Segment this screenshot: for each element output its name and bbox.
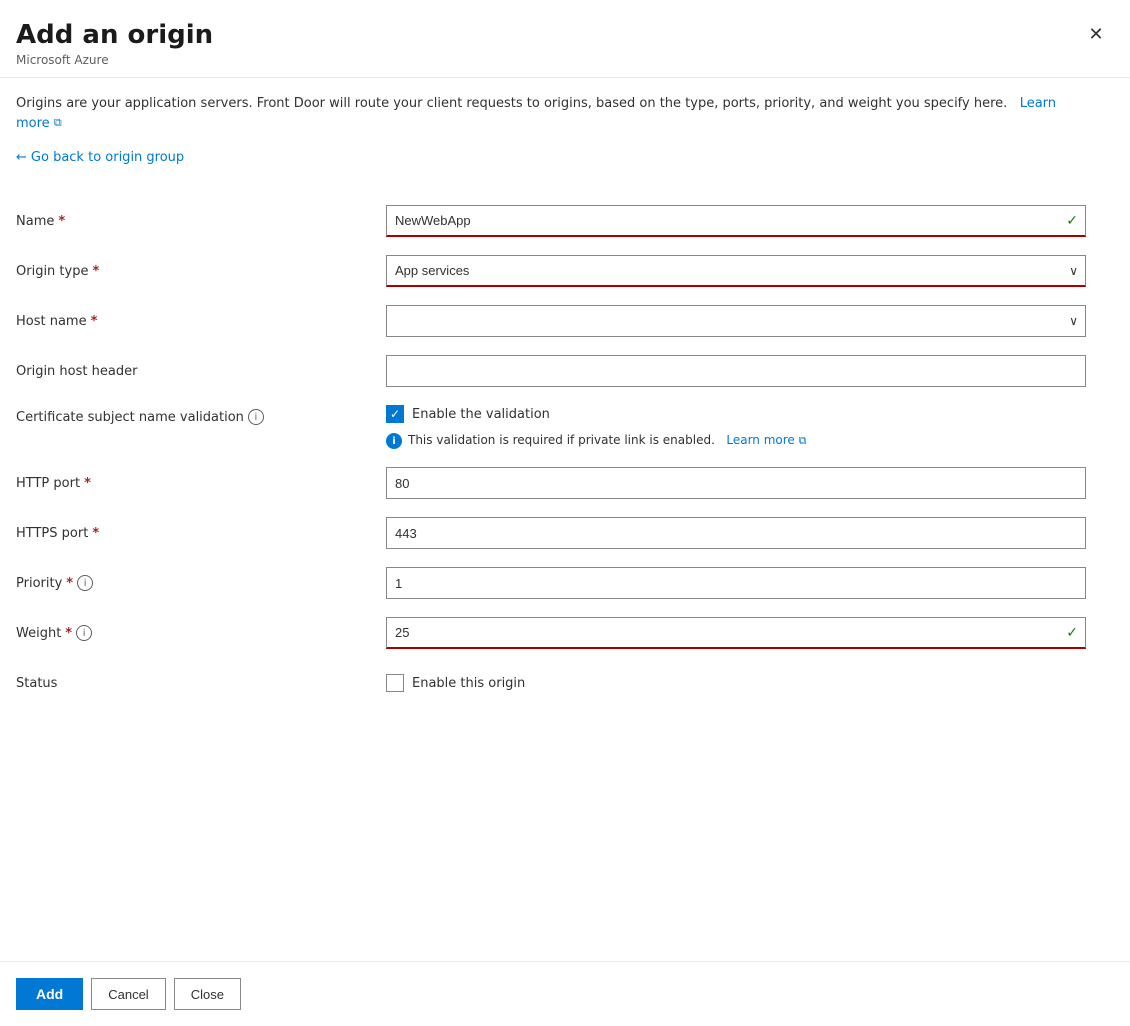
close-panel-button[interactable]: ✕ <box>1080 18 1112 50</box>
priority-control <box>386 567 1086 599</box>
name-field-row: Name * ✓ <box>16 205 1106 237</box>
name-check-icon: ✓ <box>1066 213 1078 229</box>
origin-type-field-row: Origin type * App services Storage Cloud… <box>16 255 1106 287</box>
certificate-validation-checkbox[interactable]: ✓ <box>386 405 404 423</box>
certificate-checkbox-row: ✓ Enable the validation <box>386 405 1086 423</box>
certificate-info-icon: i <box>248 409 264 425</box>
close-button[interactable]: Close <box>174 978 241 1010</box>
priority-input[interactable] <box>386 567 1086 599</box>
status-checkbox-row: Enable this origin <box>386 674 1086 692</box>
https-port-control <box>386 517 1086 549</box>
origin-host-header-label: Origin host header <box>16 364 386 379</box>
certificate-validation-checkbox-label: Enable the validation <box>412 407 550 422</box>
host-name-select[interactable] <box>386 305 1086 337</box>
http-port-input[interactable] <box>386 467 1086 499</box>
name-label: Name * <box>16 214 386 229</box>
origin-form: Name * ✓ Origin type * <box>16 205 1106 699</box>
origin-host-header-field-row: Origin host header <box>16 355 1106 387</box>
certificate-info-message: i This validation is required if private… <box>386 433 1086 449</box>
host-name-required-star: * <box>91 314 98 329</box>
panel-header: Add an origin Microsoft Azure ✕ <box>0 0 1130 78</box>
origin-host-header-input[interactable] <box>386 355 1086 387</box>
weight-required-star: * <box>65 626 72 641</box>
status-label: Status <box>16 676 386 691</box>
weight-label: Weight * i <box>16 625 386 641</box>
https-port-label: HTTPS port * <box>16 526 386 541</box>
info-circle-icon: i <box>386 433 402 449</box>
weight-field-row: Weight * i ✓ <box>16 617 1106 649</box>
http-port-required-star: * <box>84 476 91 491</box>
add-origin-panel: Add an origin Microsoft Azure ✕ Origins … <box>0 0 1130 1026</box>
panel-footer: Add Cancel Close <box>0 961 1130 1026</box>
weight-info-icon: i <box>76 625 92 641</box>
origin-type-control: App services Storage Cloud service Web A… <box>386 255 1086 287</box>
host-name-control: ∨ <box>386 305 1086 337</box>
certificate-learn-more-link[interactable]: Learn more ⧉ <box>723 433 807 447</box>
weight-control: ✓ <box>386 617 1086 649</box>
certificate-external-icon: ⧉ <box>799 434 807 448</box>
certificate-validation-label: Certificate subject name validation i <box>16 405 386 425</box>
http-port-control <box>386 467 1086 499</box>
page-subtitle: Microsoft Azure <box>16 53 1106 67</box>
checkbox-check-icon: ✓ <box>390 407 400 421</box>
add-button[interactable]: Add <box>16 978 83 1010</box>
origin-type-select[interactable]: App services Storage Cloud service Web A… <box>386 255 1086 287</box>
page-title: Add an origin <box>16 20 1106 51</box>
back-to-origin-group-link[interactable]: ← Go back to origin group <box>16 150 184 165</box>
origin-type-dropdown-wrapper: App services Storage Cloud service Web A… <box>386 255 1086 287</box>
name-input[interactable] <box>386 205 1086 237</box>
https-port-field-row: HTTPS port * <box>16 517 1106 549</box>
http-port-field-row: HTTP port * <box>16 467 1106 499</box>
panel-content: Origins are your application servers. Fr… <box>0 78 1130 961</box>
weight-input-wrapper: ✓ <box>386 617 1086 649</box>
hostname-dropdown-wrapper: ∨ <box>386 305 1086 337</box>
weight-input[interactable] <box>386 617 1086 649</box>
cancel-button[interactable]: Cancel <box>91 978 165 1010</box>
description-body: Origins are your application servers. Fr… <box>16 96 1007 111</box>
priority-field-row: Priority * i <box>16 567 1106 599</box>
certificate-info-text: This validation is required if private l… <box>408 433 806 448</box>
back-arrow-icon: ← <box>16 150 27 165</box>
priority-required-star: * <box>66 576 73 591</box>
https-port-required-star: * <box>92 526 99 541</box>
origin-host-header-control <box>386 355 1086 387</box>
host-name-field-row: Host name * ∨ <box>16 305 1106 337</box>
name-required-star: * <box>58 214 65 229</box>
status-enable-checkbox-label: Enable this origin <box>412 676 525 691</box>
status-field-row: Status Enable this origin <box>16 667 1106 699</box>
external-link-icon: ⧉ <box>54 115 62 132</box>
certificate-validation-row: Certificate subject name validation i ✓ … <box>16 405 1106 449</box>
status-enable-checkbox[interactable] <box>386 674 404 692</box>
name-control: ✓ <box>386 205 1086 237</box>
priority-info-icon: i <box>77 575 93 591</box>
certificate-validation-control: ✓ Enable the validation i This validatio… <box>386 405 1086 449</box>
http-port-label: HTTP port * <box>16 476 386 491</box>
weight-check-icon: ✓ <box>1066 625 1078 641</box>
name-input-wrapper: ✓ <box>386 205 1086 237</box>
origin-type-label: Origin type * <box>16 264 386 279</box>
https-port-input[interactable] <box>386 517 1086 549</box>
host-name-label: Host name * <box>16 314 386 329</box>
priority-label: Priority * i <box>16 575 386 591</box>
status-control: Enable this origin <box>386 674 1086 692</box>
origin-type-required-star: * <box>92 264 99 279</box>
description-text: Origins are your application servers. Fr… <box>16 94 1076 133</box>
